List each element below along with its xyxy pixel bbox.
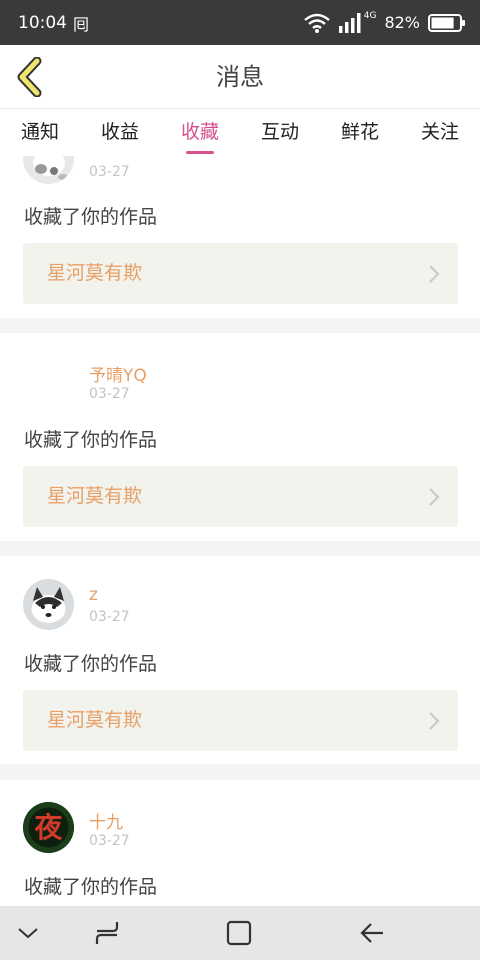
tab-notifications[interactable]: 通知 — [0, 110, 80, 156]
chevron-right-icon — [429, 712, 440, 730]
list-item: 03-27 收藏了你的作品 星河莫有欺 — [0, 156, 480, 318]
list-item: z 03-27 收藏了你的作品 星河莫有欺 — [0, 556, 480, 764]
work-link[interactable]: 星河莫有欺 — [23, 690, 458, 751]
tab-following[interactable]: 关注 — [400, 110, 480, 156]
chevron-right-icon — [429, 488, 440, 506]
list-item: 夜 十九 03-27 收藏了你的作品 — [0, 780, 480, 906]
tab-label: 收藏 — [180, 121, 219, 143]
chevron-left-icon — [17, 57, 42, 97]
notification-list[interactable]: 03-27 收藏了你的作品 星河莫有欺 予晴YQ 03-27 收藏了你的作品 星… — [0, 156, 480, 906]
notification-action: 收藏了你的作品 — [24, 876, 158, 898]
user-name[interactable]: 予晴YQ — [89, 361, 147, 386]
avatar-glyph: 夜 — [33, 811, 63, 844]
husky-avatar-image — [23, 579, 74, 630]
user-name[interactable]: 十九 — [89, 808, 123, 833]
notification-action: 收藏了你的作品 — [24, 429, 158, 451]
user-avatar[interactable] — [23, 355, 74, 406]
notification-action: 收藏了你的作品 — [24, 653, 158, 675]
work-title: 星河莫有欺 — [47, 485, 143, 507]
tab-label: 关注 — [420, 121, 459, 143]
calligraphy-avatar-image: 夜 — [23, 802, 74, 853]
tab-label: 收益 — [100, 121, 139, 143]
network-type: 4G — [363, 10, 377, 21]
dog-avatar-image — [23, 156, 74, 184]
notification-date: 03-27 — [89, 386, 130, 402]
user-name[interactable]: z — [89, 585, 98, 605]
wifi-icon — [303, 13, 330, 33]
header: 消息 — [0, 45, 480, 109]
tab-earnings[interactable]: 收益 — [80, 110, 160, 156]
tab-interactions[interactable]: 互动 — [240, 110, 320, 156]
user-avatar[interactable] — [23, 579, 74, 630]
work-title: 星河莫有欺 — [47, 262, 143, 284]
tab-flowers[interactable]: 鲜花 — [320, 110, 400, 156]
back-icon — [360, 923, 383, 943]
notification-date: 03-27 — [89, 164, 130, 180]
recent-apps-icon — [95, 922, 119, 944]
tab-label: 通知 — [20, 121, 59, 143]
notification-date: 03-27 — [89, 609, 130, 625]
tab-label: 鲜花 — [340, 121, 379, 143]
battery-icon — [428, 13, 465, 32]
home-button[interactable] — [214, 906, 264, 960]
notification-action: 收藏了你的作品 — [24, 206, 158, 228]
system-navigation-bar — [0, 906, 480, 960]
status-bar: 10:04 囘 4G 82% — [0, 0, 480, 45]
chevron-down-icon — [18, 928, 38, 939]
tab-label: 互动 — [260, 121, 299, 143]
tab-bar: 通知 收益 收藏 互动 鲜花 关注 — [0, 110, 480, 156]
active-tab-indicator — [186, 151, 214, 154]
work-title: 星河莫有欺 — [47, 709, 143, 731]
signal-icon — [338, 12, 361, 33]
status-time: 10:04 — [18, 12, 67, 33]
alipay-icon: 囘 — [73, 14, 90, 34]
tab-favorites[interactable]: 收藏 — [160, 110, 240, 156]
notification-date: 03-27 — [89, 833, 130, 849]
home-icon — [226, 920, 252, 946]
status-indicators: 4G 82% — [303, 10, 466, 33]
back-button[interactable] — [10, 55, 50, 99]
battery-percent: 82% — [384, 13, 420, 32]
work-link[interactable]: 星河莫有欺 — [23, 243, 458, 304]
user-avatar[interactable] — [23, 156, 74, 184]
hide-nav-button[interactable] — [8, 906, 48, 960]
list-item: 予晴YQ 03-27 收藏了你的作品 星河莫有欺 — [0, 333, 480, 541]
recent-apps-button[interactable] — [82, 906, 132, 960]
chevron-right-icon — [429, 265, 440, 283]
work-link[interactable]: 星河莫有欺 — [23, 466, 458, 527]
user-avatar[interactable]: 夜 — [23, 802, 74, 853]
back-nav-button[interactable] — [348, 906, 398, 960]
page-title: 消息 — [216, 63, 264, 91]
